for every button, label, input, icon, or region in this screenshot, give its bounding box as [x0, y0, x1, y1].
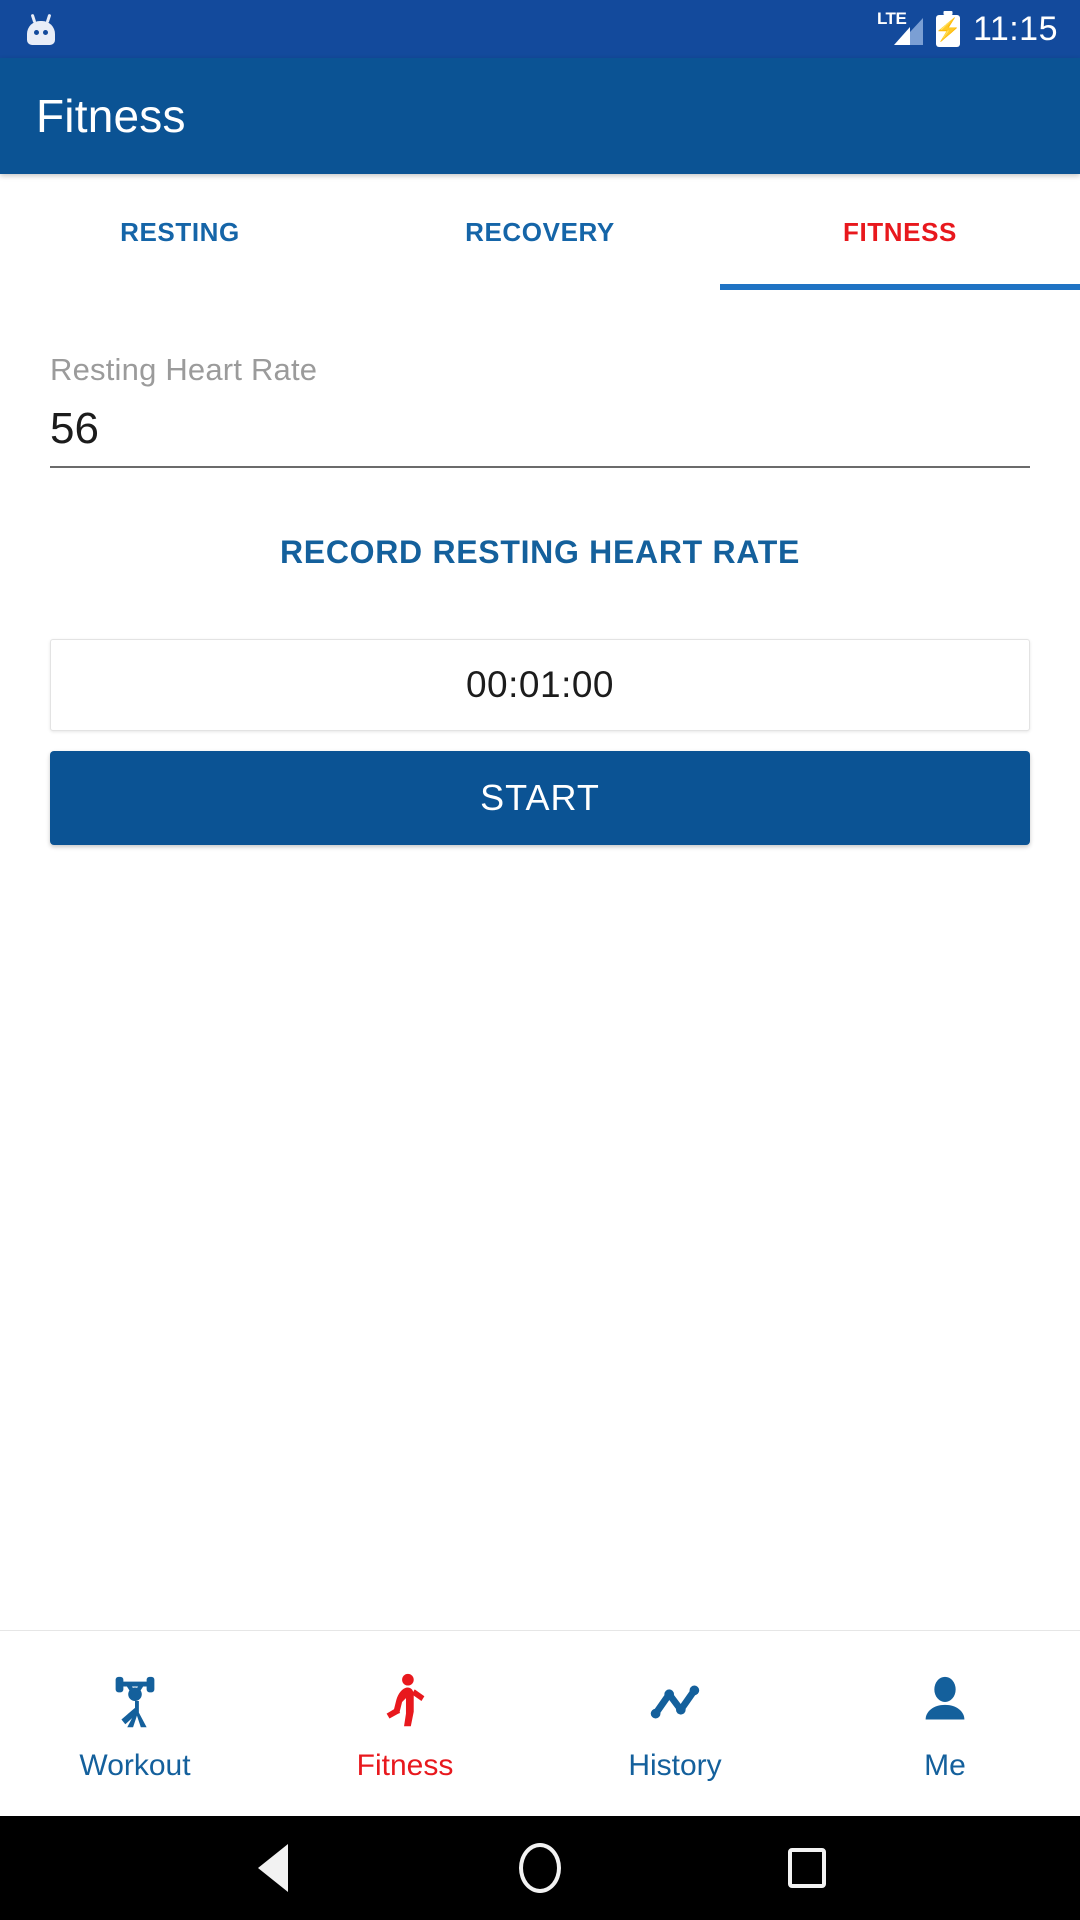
- resting-heart-rate-input[interactable]: [50, 404, 1030, 454]
- battery-charging-icon: ⚡: [934, 11, 962, 47]
- tab-bar: RESTING RECOVERY FITNESS: [0, 174, 1080, 290]
- signal-bars-icon: LTE: [877, 10, 923, 47]
- resting-heart-rate-label: Resting Heart Rate: [50, 352, 318, 387]
- nav-item-me[interactable]: Me: [810, 1631, 1080, 1816]
- app-bar: Fitness: [0, 58, 1080, 174]
- nav-item-workout[interactable]: Workout: [0, 1631, 270, 1816]
- bottom-navigation: Workout Fitness History Me: [0, 1630, 1080, 1816]
- nav-label-fitness: Fitness: [356, 1748, 454, 1782]
- resting-heart-rate-field-row: [50, 404, 1030, 468]
- main-content: Resting Heart Rate RECORD RESTING HEART …: [0, 290, 1080, 1630]
- tab-fitness[interactable]: FITNESS: [720, 174, 1080, 290]
- nav-label-workout: Workout: [79, 1748, 191, 1782]
- nav-item-fitness[interactable]: Fitness: [270, 1631, 540, 1816]
- phone-screen: LTE ⚡ 11:15 Fitness RESTING RECOVERY FIT…: [0, 0, 1080, 1920]
- line-chart-icon: [640, 1665, 710, 1739]
- nav-label-history: History: [628, 1748, 722, 1782]
- back-triangle-icon[interactable]: [238, 1833, 308, 1903]
- system-navigation-bar: [0, 1816, 1080, 1920]
- status-bar: LTE ⚡ 11:15: [0, 0, 1080, 58]
- status-bar-clock: 11:15: [972, 9, 1058, 48]
- recents-square-icon[interactable]: [772, 1833, 842, 1903]
- person-icon: [910, 1665, 980, 1739]
- status-bar-left: [24, 13, 58, 45]
- nav-label-me: Me: [924, 1748, 966, 1782]
- tab-recovery[interactable]: RECOVERY: [360, 174, 720, 290]
- record-resting-heart-rate-button[interactable]: RECORD RESTING HEART RATE: [50, 526, 1030, 579]
- start-button[interactable]: START: [50, 751, 1030, 845]
- weightlifter-icon: [100, 1665, 170, 1739]
- status-bar-right: LTE ⚡ 11:15: [877, 10, 1058, 49]
- timer-value: 00:01:00: [465, 664, 615, 705]
- runner-icon: [370, 1665, 440, 1739]
- nav-item-history[interactable]: History: [540, 1631, 810, 1816]
- android-head-icon: [24, 13, 58, 45]
- timer-display[interactable]: 00:01:00: [50, 639, 1030, 731]
- home-circle-icon[interactable]: [505, 1833, 575, 1903]
- tab-resting[interactable]: RESTING: [0, 174, 360, 290]
- page-title: Fitness: [36, 90, 186, 142]
